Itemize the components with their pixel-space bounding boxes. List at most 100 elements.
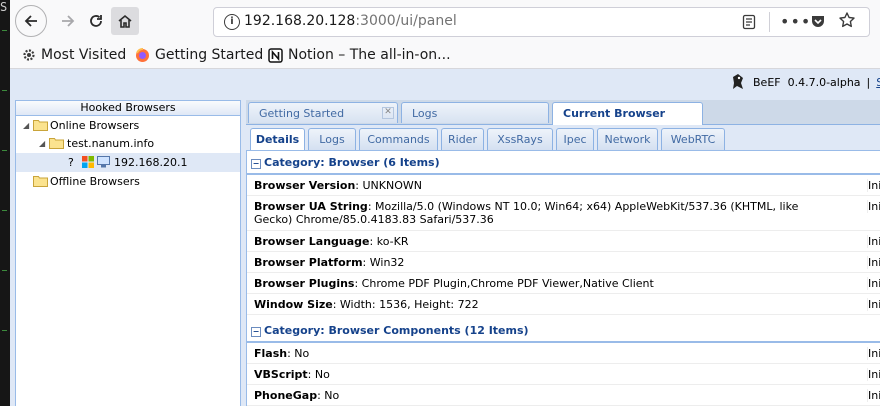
- reader-view-icon[interactable]: [741, 14, 757, 30]
- collapse-icon[interactable]: −: [251, 159, 261, 169]
- detail-key: Flash: [254, 347, 288, 360]
- url-text[interactable]: 192.168.20.128:3000/ui/panel: [244, 13, 457, 29]
- side-tick: [2, 330, 7, 331]
- bookmark-most-visited[interactable]: Most Visited: [22, 45, 126, 65]
- detail-init: Init: [867, 179, 880, 192]
- beef-version-text: BeEF 0.4.7.0-alpha | Su: [753, 76, 880, 89]
- detail-value: : ko-KR: [369, 235, 409, 248]
- tab-current-browser[interactable]: Current Browser: [552, 102, 703, 125]
- detail-value: : Chrome PDF Plugin,Chrome PDF Viewer,Na…: [354, 277, 654, 290]
- detail-init: Init: [867, 389, 880, 402]
- expand-triangle-icon[interactable]: ◢: [23, 116, 29, 135]
- tab-getting-started[interactable]: Getting Started ✕: [248, 102, 398, 123]
- subtab-webrtc[interactable]: WebRTC: [661, 128, 725, 150]
- arrow-right-icon: [62, 15, 75, 27]
- subtab-rider[interactable]: Rider: [441, 128, 484, 150]
- detail-value: : No: [287, 347, 310, 360]
- tree-node-online-browsers[interactable]: ◢ Online Browsers: [16, 116, 240, 135]
- collapse-icon[interactable]: −: [251, 327, 261, 337]
- url-host: 192.168.20.128: [244, 13, 356, 29]
- side-tick: [2, 30, 7, 31]
- detail-key: Browser Plugins: [254, 277, 355, 290]
- details-grid: − Category: Browser (6 Items) Browser Ve…: [246, 151, 880, 406]
- detail-row[interactable]: Browser Platform: Win32 Init: [247, 252, 880, 273]
- beef-logo-icon: [733, 74, 743, 89]
- home-icon: [118, 14, 132, 28]
- folder-icon: [49, 138, 64, 149]
- beef-separator: |: [866, 76, 871, 89]
- tree-node-hooked-browser[interactable]: ? 192.168.20.1: [16, 153, 240, 172]
- subtab-xssrays[interactable]: XssRays: [487, 128, 553, 150]
- expand-triangle-icon[interactable]: ◢: [39, 134, 45, 153]
- detail-value: : No: [317, 389, 340, 402]
- tree-node-domain[interactable]: ◢ test.nanum.info: [16, 134, 240, 153]
- bookmark-label: Most Visited: [41, 47, 127, 63]
- beef-page: BeEF 0.4.7.0-alpha | Su Hooked Browsers ◢ …: [10, 69, 880, 406]
- url-separator: [769, 12, 770, 32]
- detail-key: VBScript: [254, 368, 308, 381]
- category-components-header[interactable]: − Category: Browser Components (12 Items…: [247, 321, 880, 343]
- subtab-network[interactable]: Network: [597, 128, 658, 150]
- side-strip-letter: S: [0, 0, 8, 14]
- subtab-logs[interactable]: Logs: [308, 128, 356, 150]
- detail-value: : Win32: [362, 256, 405, 269]
- reload-button[interactable]: [80, 5, 112, 37]
- detail-value: : UNKNOWN: [355, 179, 422, 192]
- detail-row[interactable]: Browser UA String: Mozilla/5.0 (Windows …: [247, 196, 880, 231]
- tree-label: 192.168.20.1: [114, 156, 188, 169]
- main-panel: Getting Started ✕ Logs Current Browser D…: [246, 100, 880, 406]
- detail-row[interactable]: VBScript: No Init: [247, 364, 880, 385]
- detail-value: : Width: 1536, Height: 722: [332, 298, 479, 311]
- bookmark-notion[interactable]: Notion – The all-in-on...: [268, 45, 451, 65]
- bookmark-label: Notion – The all-in-on...: [288, 47, 451, 63]
- tree-label: test.nanum.info: [67, 137, 155, 150]
- close-icon[interactable]: ✕: [382, 107, 394, 119]
- firefox-icon: [135, 47, 150, 63]
- browser-window: i 192.168.20.128:3000/ui/panel ••• Most …: [10, 0, 880, 406]
- detail-row[interactable]: Window Size: Width: 1536, Height: 722 In…: [247, 294, 880, 315]
- detail-row[interactable]: Flash: No Init: [247, 343, 880, 364]
- bookmark-getting-started[interactable]: Getting Started: [135, 45, 263, 65]
- home-button[interactable]: [111, 7, 139, 35]
- tree-label: Offline Browsers: [50, 175, 140, 188]
- detail-init: Init: [867, 235, 880, 248]
- beef-header-link[interactable]: Su: [876, 76, 880, 89]
- folder-icon: [33, 120, 48, 131]
- detail-key: Browser Language: [254, 235, 370, 248]
- site-info-icon[interactable]: i: [224, 14, 240, 30]
- page-actions-icon[interactable]: •••: [780, 12, 811, 31]
- detail-row[interactable]: PhoneGap: No Init: [247, 385, 880, 406]
- windows-os-icon: [82, 156, 94, 168]
- folder-icon: [33, 176, 48, 187]
- address-bar[interactable]: i 192.168.20.128:3000/ui/panel •••: [213, 7, 870, 37]
- detail-key: Browser Platform: [254, 256, 363, 269]
- detail-row[interactable]: Browser Version: UNKNOWN Init: [247, 175, 880, 196]
- bookmark-star-icon[interactable]: [838, 11, 856, 29]
- unknown-browser-icon: ?: [68, 156, 74, 169]
- category-title: Category: Browser (6 Items): [264, 156, 440, 169]
- detail-init: Init: [867, 277, 880, 290]
- back-button[interactable]: [15, 5, 47, 37]
- beef-header: BeEF 0.4.7.0-alpha | Su: [10, 69, 880, 97]
- tab-logs[interactable]: Logs: [401, 102, 549, 123]
- url-path: :3000/ui/panel: [355, 13, 457, 29]
- desktop-side-strip: S: [0, 0, 10, 406]
- category-title: Category: Browser Components (12 Items): [264, 324, 529, 337]
- side-tick: [2, 150, 7, 151]
- detail-row[interactable]: Browser Plugins: Chrome PDF Plugin,Chrom…: [247, 273, 880, 294]
- top-tab-strip: Getting Started ✕ Logs Current Browser: [246, 100, 880, 125]
- arrow-left-icon: [24, 15, 37, 27]
- bookmarks-toolbar: Most Visited Getting Started Notion – Th…: [10, 42, 880, 69]
- detail-row[interactable]: Browser Language: ko-KR Init: [247, 231, 880, 252]
- subtab-ipec[interactable]: Ipec: [556, 128, 594, 150]
- category-browser-header[interactable]: − Category: Browser (6 Items): [247, 153, 880, 175]
- hooked-browsers-panel: Hooked Browsers ◢ Online Browsers ◢ test…: [15, 100, 241, 406]
- tab-label: Current Browser: [563, 107, 666, 120]
- beef-name: BeEF: [753, 76, 781, 89]
- subtab-details[interactable]: Details: [250, 128, 305, 150]
- side-tick: [2, 270, 7, 271]
- tree-node-offline-browsers[interactable]: Offline Browsers: [16, 172, 240, 191]
- subtab-commands[interactable]: Commands: [359, 128, 438, 150]
- detail-init: Init: [867, 298, 880, 311]
- pocket-icon[interactable]: [810, 13, 826, 29]
